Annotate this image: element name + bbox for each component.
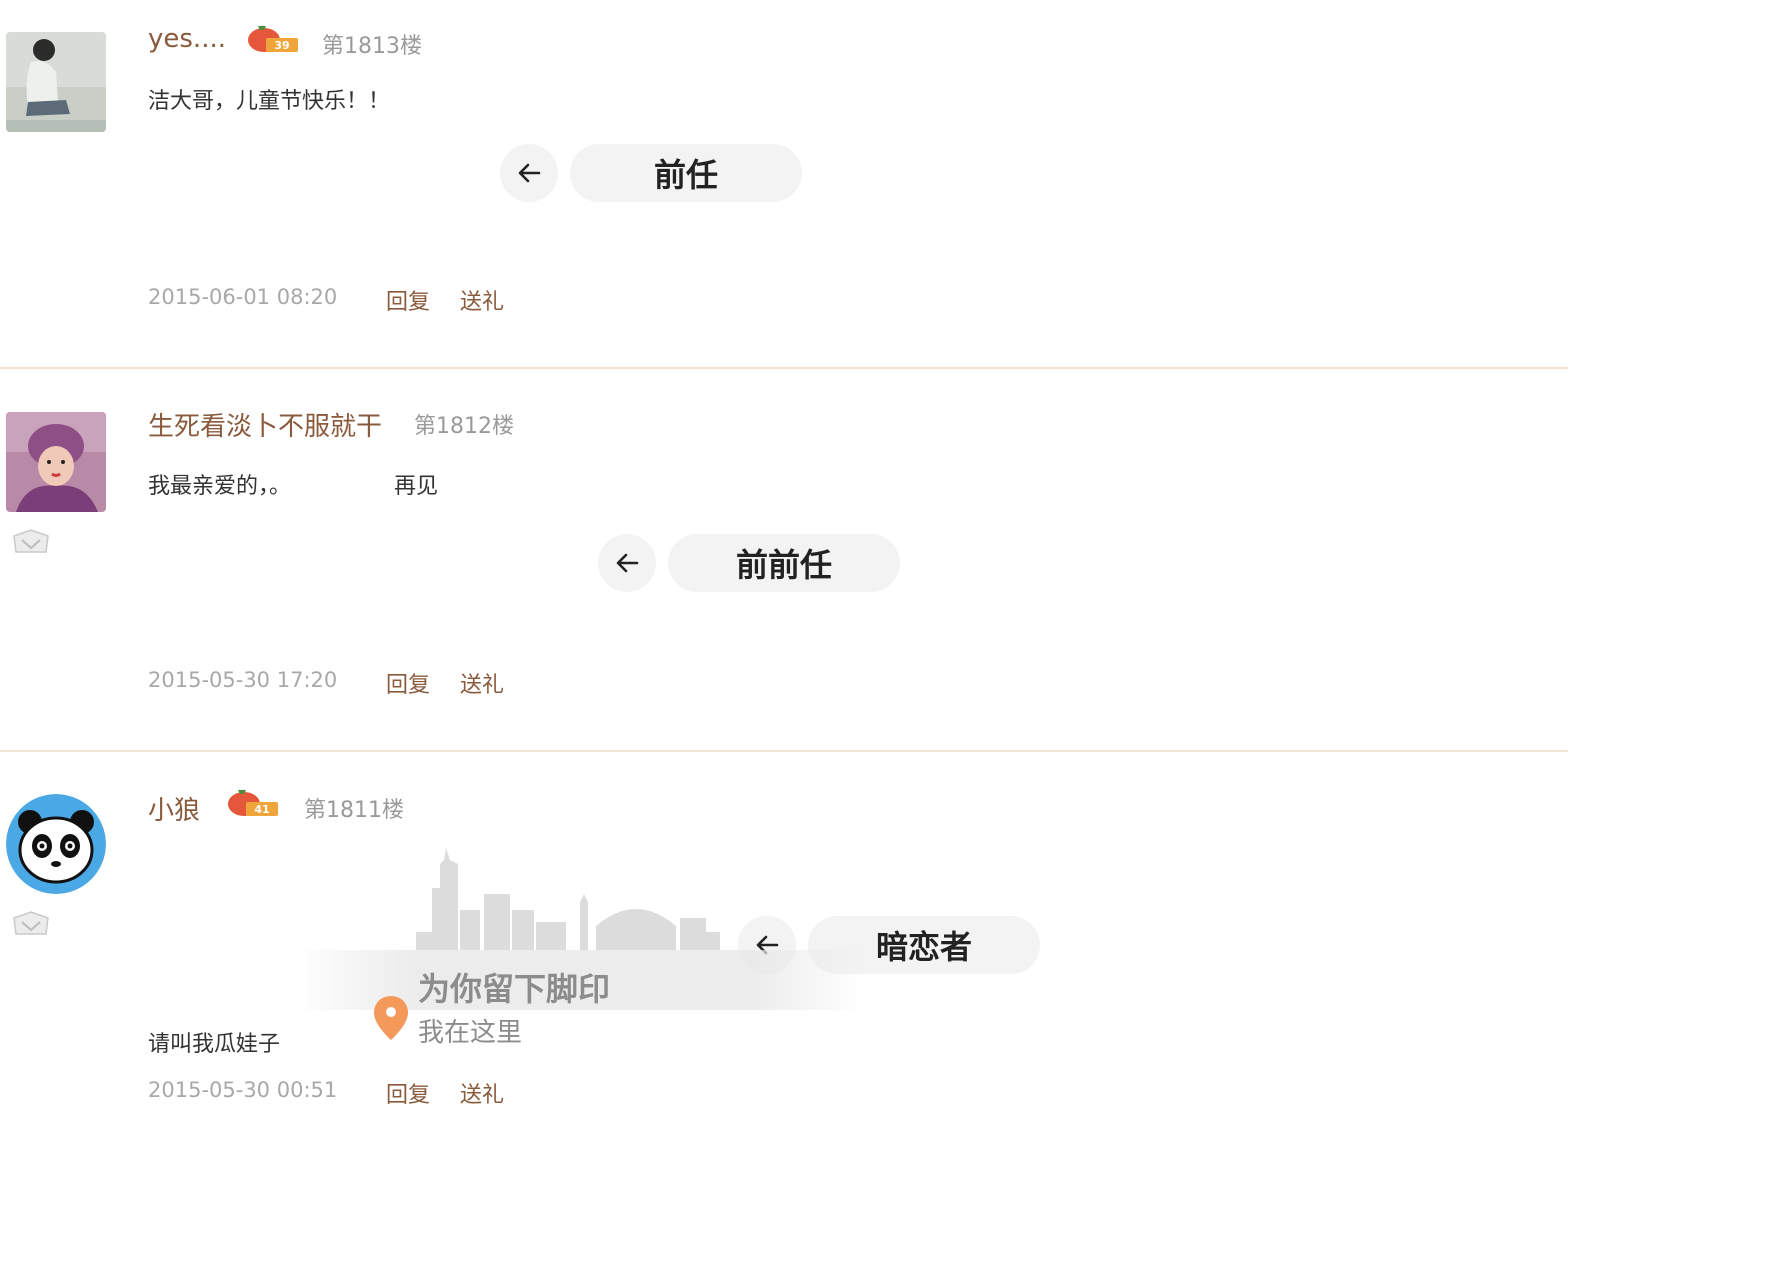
floor-number: 第1813楼 (322, 34, 422, 59)
reply-button[interactable]: 回复 (386, 1077, 430, 1109)
username[interactable]: 生死看淡卜不服就干 (148, 406, 382, 443)
location-subtitle[interactable]: 我在这里 (418, 1012, 522, 1049)
post-1812: 生死看淡卜不服就干 第1812楼 我最亲爱的，。 再见 前前任 2015-05-… (0, 368, 1568, 752)
back-button[interactable] (598, 534, 656, 592)
arrow-left-icon (518, 163, 541, 183)
relation-tag[interactable]: 前任 (570, 144, 802, 202)
gift-button[interactable]: 送礼 (460, 667, 504, 699)
vip-badge-icon (10, 528, 52, 558)
gift-button[interactable]: 送礼 (460, 1077, 504, 1109)
post-timestamp: 2015-05-30 00:51 (148, 1078, 338, 1102)
username[interactable]: yes.... (148, 24, 226, 54)
gift-button[interactable]: 送礼 (460, 284, 504, 316)
post-timestamp: 2015-05-30 17:20 (148, 668, 338, 692)
reply-button[interactable]: 回复 (386, 284, 430, 316)
arrow-left-icon (616, 553, 639, 573)
comment-text-extra: 再见 (394, 474, 439, 499)
comment-text: 请叫我瓜娃子 (148, 1032, 281, 1057)
location-title: 为你留下脚印 (418, 970, 611, 1008)
floor-number: 第1811楼 (304, 798, 404, 823)
comment-text: 我最亲爱的，。 (148, 474, 292, 499)
svg-text:39: 39 (274, 39, 289, 52)
relation-tag[interactable]: 前前任 (668, 534, 900, 592)
floor-number: 第1812楼 (414, 414, 514, 439)
comment-feed: yes.... 39 第1813楼 洁大哥，儿童节快乐！！ 前任 2015-06… (0, 0, 1568, 1127)
level-badge-icon: 39 (244, 20, 300, 54)
username[interactable]: 小狼 (148, 790, 200, 827)
comment-text: 洁大哥，儿童节快乐！！ (148, 89, 391, 114)
reply-button[interactable]: 回复 (386, 667, 430, 699)
svg-text:41: 41 (254, 803, 269, 816)
vip-badge-icon (10, 910, 52, 940)
avatar[interactable] (6, 32, 106, 132)
post-timestamp: 2015-06-01 08:20 (148, 285, 338, 309)
level-badge-icon: 41 (224, 784, 280, 818)
location-pin-icon (372, 994, 410, 1042)
post-1813: yes.... 39 第1813楼 洁大哥，儿童节快乐！！ 前任 2015-06… (0, 0, 1568, 368)
back-button[interactable] (500, 144, 558, 202)
avatar[interactable] (6, 794, 106, 894)
avatar[interactable] (6, 412, 106, 512)
